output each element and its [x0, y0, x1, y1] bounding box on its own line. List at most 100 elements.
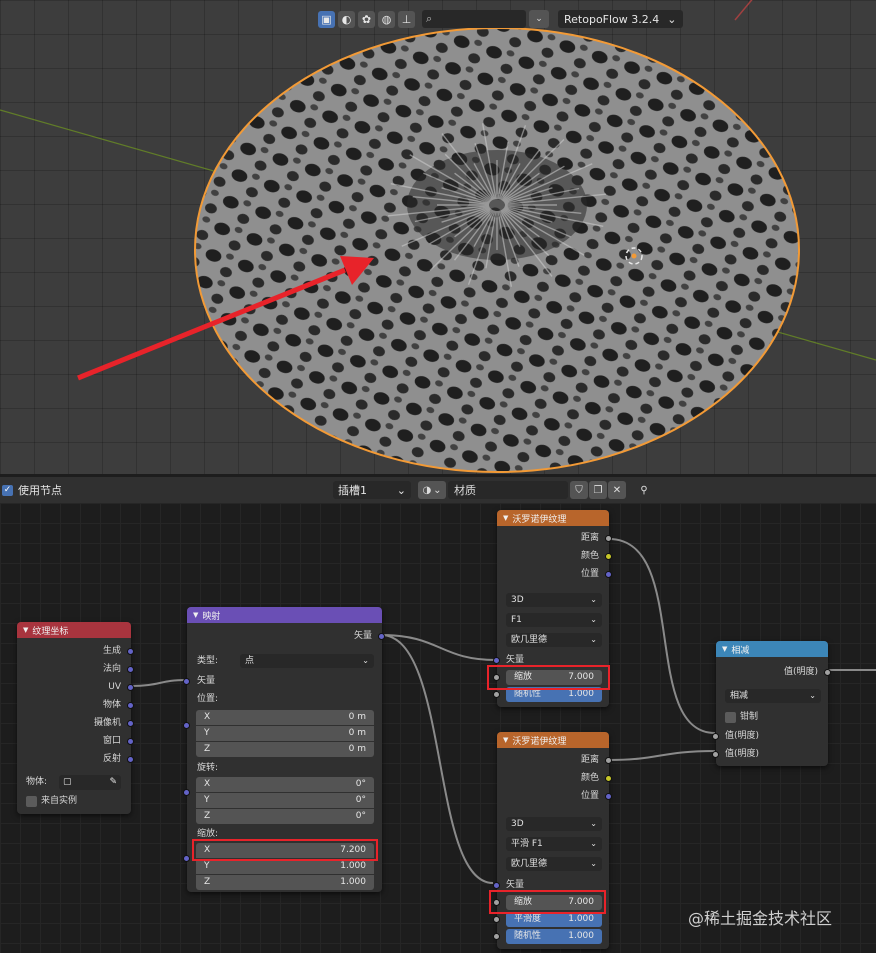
object-picker[interactable]: ▢ ✎ [59, 775, 121, 790]
retopoflow-menu[interactable]: RetopoFlow 3.2.4 ⌄ [558, 10, 683, 28]
socket-position[interactable] [605, 571, 612, 578]
socket-color[interactable] [605, 553, 612, 560]
dimension-dropdown[interactable]: 3D ⌄ [506, 817, 602, 831]
chevron-down-icon: ⌄ [433, 484, 442, 496]
feature-dropdown[interactable]: F1 ⌄ [506, 613, 602, 627]
scale-field[interactable]: 缩放 7.000 [506, 895, 602, 910]
material-shading-icon[interactable]: ◐ [338, 10, 355, 28]
socket-position[interactable] [605, 793, 612, 800]
rotation-x-field[interactable]: X 0° [196, 777, 374, 792]
socket-reflection[interactable] [127, 756, 134, 763]
socket-camera[interactable] [127, 720, 134, 727]
clamp-label: 钳制 [740, 712, 759, 722]
location-y-field[interactable]: Y0 m [196, 726, 374, 741]
node-header[interactable]: ▼ 纹理坐标 [17, 622, 131, 638]
socket-window[interactable] [127, 738, 134, 745]
eyedropper-icon[interactable]: ✎ [109, 775, 117, 790]
socket-value-in-1[interactable] [712, 733, 719, 740]
node-editor-canvas[interactable]: ▼ 纹理坐标 生成 法向 UV 物体 摄像机 窗口 反射 物体: ▢ ✎ 来自实… [0, 503, 876, 953]
socket-scale[interactable] [493, 899, 500, 906]
checkbox-icon[interactable]: ✓ [2, 484, 13, 496]
socket-value-out[interactable] [824, 669, 831, 676]
collapse-triangle-icon[interactable]: ▼ [722, 645, 727, 653]
checkbox-icon[interactable] [26, 795, 37, 807]
scale-x-field[interactable]: X 7.200 [196, 843, 374, 858]
unlink-material-button[interactable]: ✕ [608, 481, 626, 499]
scale-y-field[interactable]: Y 1.000 [196, 859, 374, 874]
node-header[interactable]: ▼ 相减 [716, 641, 828, 657]
math-subtract-node[interactable]: ▼ 相减 值(明度) 相减 ⌄ 钳制 值(明度) 值(明度) [712, 641, 831, 766]
rotation-z-field[interactable]: Z 0° [196, 809, 374, 824]
node-header[interactable]: ▼ 映射 [187, 607, 382, 623]
scale-z-field[interactable]: Z 1.000 [196, 875, 374, 890]
smoothness-field[interactable]: 平滑度 1.000 [506, 912, 602, 927]
socket-randomness[interactable] [493, 691, 500, 698]
collapse-triangle-icon[interactable]: ▼ [503, 736, 508, 744]
rendered-shading-icon[interactable]: ✿ [358, 10, 375, 28]
socket-value-in-2[interactable] [712, 751, 719, 758]
globe-icon[interactable]: ◍ [378, 10, 395, 28]
socket-location[interactable] [183, 722, 190, 729]
mapping-node[interactable]: ▼ 映射 矢量 类型: 点 ⌄ 矢量 位置: X0 m Y0 m Z0 m 旋转… [183, 607, 385, 892]
location-z-field[interactable]: Z0 m [196, 742, 374, 757]
socket-object[interactable] [127, 702, 134, 709]
socket-distance[interactable] [605, 757, 612, 764]
socket-vector-in[interactable] [493, 657, 500, 664]
socket-normal[interactable] [127, 666, 134, 673]
operation-dropdown[interactable]: 相减 ⌄ [725, 689, 821, 703]
socket-distance[interactable] [605, 535, 612, 542]
collapse-triangle-icon[interactable]: ▼ [503, 514, 508, 522]
type-dropdown[interactable]: 点 ⌄ [240, 654, 374, 668]
search-input[interactable]: ⌕ [422, 10, 526, 28]
chevron-down-icon: ⌄ [535, 14, 543, 24]
material-name-field[interactable]: 材质 [448, 481, 568, 499]
randomness-field[interactable]: 随机性 1.000 [506, 687, 602, 702]
slot-dropdown[interactable]: 插槽1 ⌄ [333, 481, 411, 499]
clamp-toggle[interactable]: 钳制 [725, 710, 758, 724]
socket-generated[interactable] [127, 648, 134, 655]
feature-dropdown[interactable]: 平滑 F1 ⌄ [506, 837, 602, 851]
collapse-triangle-icon[interactable]: ▼ [23, 626, 28, 634]
duplicate-material-button[interactable]: ❐ [589, 481, 607, 499]
collapse-triangle-icon[interactable]: ▼ [193, 611, 198, 619]
output-reflection: 反射 [102, 754, 121, 764]
socket-vector-in[interactable] [183, 678, 190, 685]
rotation-y-field[interactable]: Y 0° [196, 793, 374, 808]
chevron-down-icon: ⌄ [590, 595, 597, 604]
material-browse-button[interactable]: ◑ ⌄ [418, 481, 446, 499]
node-header[interactable]: ▼ 沃罗诺伊纹理 [497, 510, 609, 526]
metric-dropdown[interactable]: 欧几里德 ⌄ [506, 857, 602, 871]
socket-color[interactable] [605, 775, 612, 782]
solid-shading-icon[interactable]: ▣ [318, 10, 335, 28]
gizmo-icon[interactable]: ⊥ [398, 10, 415, 28]
socket-rotation[interactable] [183, 789, 190, 796]
from-instancer-toggle[interactable]: 来自实例 [26, 794, 77, 808]
scale-label: 缩放: [197, 829, 219, 839]
output-generated: 生成 [102, 646, 121, 656]
voronoi-texture-node-2[interactable]: ▼ 沃罗诺伊纹理 距离 颜色 位置 3D ⌄ 平滑 F1 ⌄ 欧几里德 ⌄ 矢量 缩放… [489, 732, 612, 949]
randomness-field[interactable]: 随机性 1.000 [506, 929, 602, 944]
checkbox-icon[interactable] [725, 711, 736, 723]
output-window: 窗口 [102, 736, 121, 746]
location-x-field[interactable]: X0 m [196, 710, 374, 725]
use-nodes-toggle[interactable]: ✓ 使用节点 [2, 482, 62, 498]
voronoi-texture-node-1[interactable]: ▼ 沃罗诺伊纹理 距离 颜色 位置 3D ⌄ F1 ⌄ 欧几里德 ⌄ 矢量 缩放 7.0… [487, 510, 612, 707]
metric-dropdown[interactable]: 欧几里德 ⌄ [506, 633, 602, 647]
chevron-down-icon: ⌄ [590, 859, 597, 868]
scale-field[interactable]: 缩放 7.000 [506, 670, 602, 685]
socket-vector-out[interactable] [378, 633, 385, 640]
fake-user-button[interactable]: ⛉ [570, 481, 588, 499]
socket-scale[interactable] [493, 674, 500, 681]
socket-randomness[interactable] [493, 933, 500, 940]
dimension-dropdown[interactable]: 3D ⌄ [506, 593, 602, 607]
pin-button[interactable]: ⚲ [635, 481, 653, 499]
socket-smoothness[interactable] [493, 916, 500, 923]
texture-coordinate-node[interactable]: ▼ 纹理坐标 生成 法向 UV 物体 摄像机 窗口 反射 物体: ▢ ✎ 来自实… [17, 622, 134, 814]
link-voronoi1-distance-to-subtract [608, 538, 716, 734]
socket-uv[interactable] [127, 684, 134, 691]
node-header[interactable]: ▼ 沃罗诺伊纹理 [497, 732, 609, 748]
socket-vector-in[interactable] [493, 882, 500, 889]
socket-scale[interactable] [183, 855, 190, 862]
filter-dropdown[interactable]: ⌄ [529, 10, 549, 28]
3d-viewport[interactable]: ▣ ◐ ✿ ◍ ⊥ ⌕ ⌄ RetopoFlow 3.2.4 ⌄ [0, 0, 876, 474]
